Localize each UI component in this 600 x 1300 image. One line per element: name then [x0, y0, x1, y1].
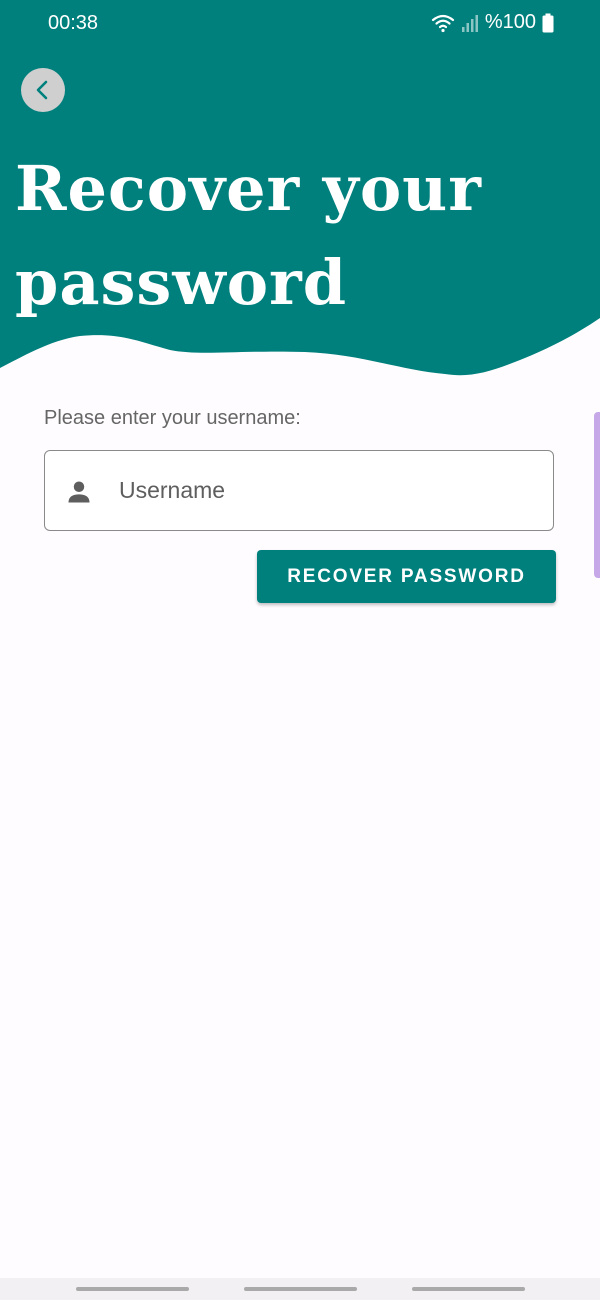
recover-password-button[interactable]: RECOVER PASSWORD — [257, 550, 556, 603]
battery-percent: %100 — [484, 11, 536, 33]
nav-back-button[interactable] — [412, 1287, 525, 1291]
username-prompt-label: Please enter your username: — [44, 407, 301, 429]
nav-recents-button[interactable] — [76, 1287, 189, 1291]
username-input[interactable] — [119, 451, 539, 529]
status-indicators: %100 — [431, 11, 554, 34]
edge-panel-handle[interactable] — [594, 412, 600, 578]
status-time: 00:38 — [48, 12, 99, 34]
header: 00:38 %100 Recover your password — [0, 0, 600, 390]
back-button[interactable] — [21, 68, 65, 112]
username-field[interactable] — [44, 450, 554, 531]
chevron-left-icon — [36, 80, 48, 100]
wifi-icon — [431, 14, 454, 32]
person-icon — [68, 481, 90, 503]
page-title: Recover your password — [15, 152, 482, 319]
nav-home-button[interactable] — [244, 1287, 357, 1291]
status-bar: 00:38 %100 — [0, 0, 600, 50]
battery-icon — [542, 13, 554, 32]
navigation-bar — [0, 1278, 600, 1300]
signal-icon — [461, 14, 478, 32]
